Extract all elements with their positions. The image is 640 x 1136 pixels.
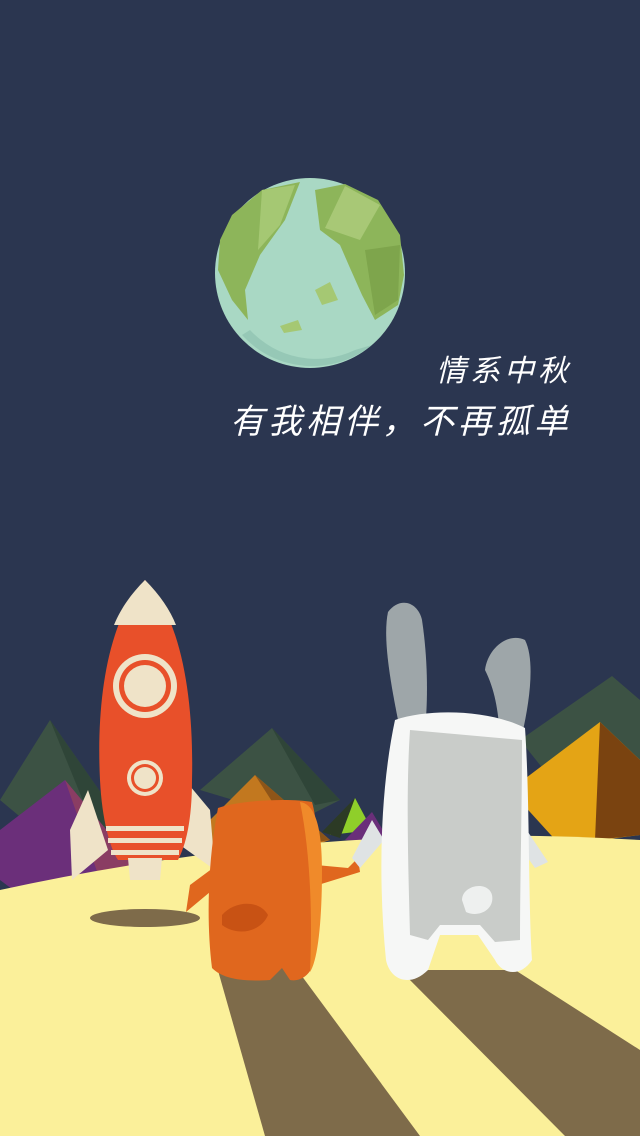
caption-line-1: 情系中秋 (436, 354, 572, 389)
caption-line-2: 有我相伴，不再孤单 (230, 402, 572, 442)
wallpaper-scene: 情系中秋 有我相伴，不再孤单 (0, 0, 640, 1136)
earth-planet (215, 178, 405, 368)
illustration (0, 0, 640, 1136)
